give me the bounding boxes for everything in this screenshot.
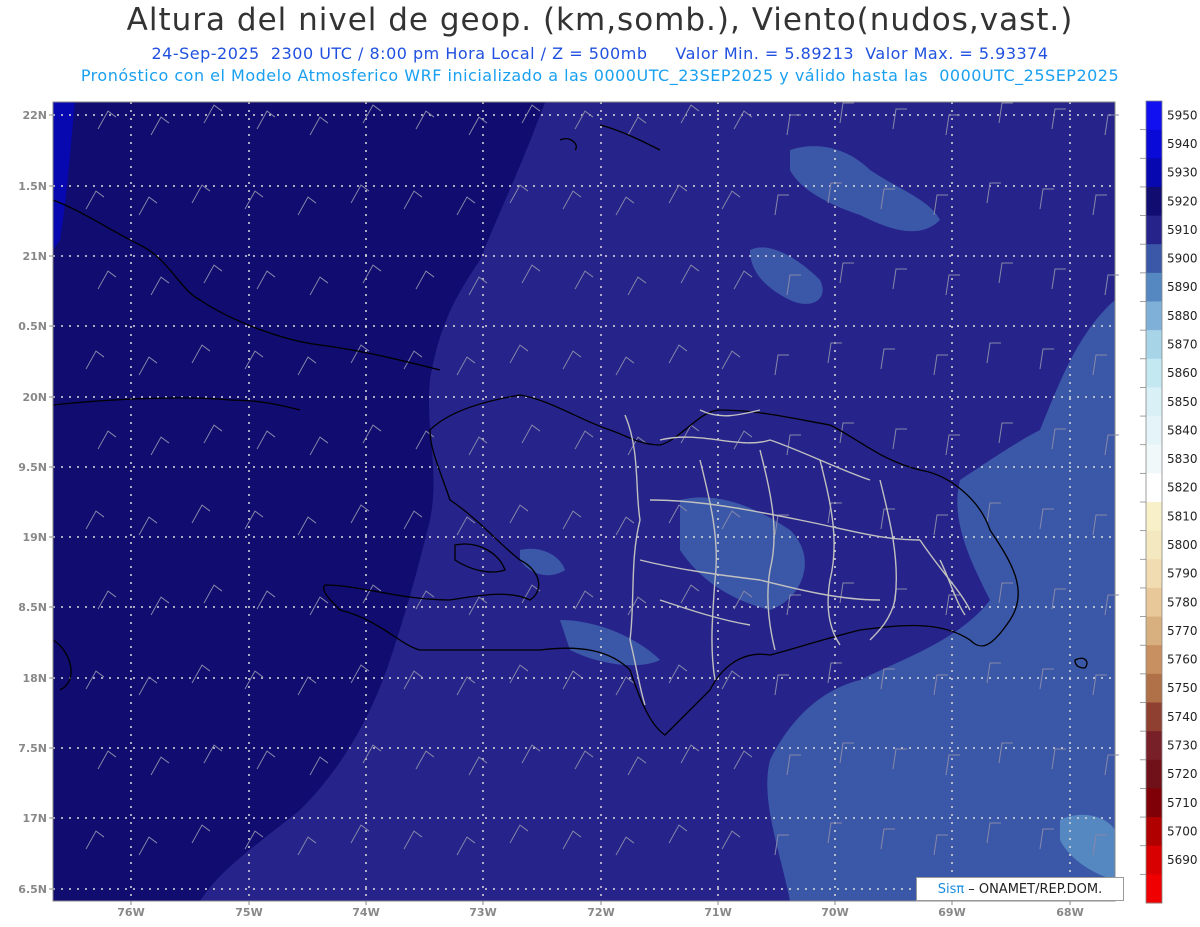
lon-label: 70W (821, 906, 848, 919)
colorbar-swatch (1146, 673, 1162, 703)
colorbar-swatch (1146, 731, 1162, 761)
colorbar-label: 5760 (1167, 653, 1198, 667)
lon-label: 75W (235, 906, 262, 919)
colorbar-swatch (1146, 845, 1162, 875)
colorbar-label: 5910 (1167, 223, 1198, 237)
lon-label: 73W (469, 906, 496, 919)
lat-label: 20N (22, 391, 47, 404)
colorbar-label: 5710 (1167, 796, 1198, 810)
colorbar-swatch (1146, 330, 1162, 360)
colorbar-label: 5800 (1167, 538, 1198, 552)
colorbar-label: 5830 (1167, 452, 1198, 466)
colorbar-label: 5890 (1167, 280, 1198, 294)
colorbar-swatch (1146, 301, 1162, 331)
lon-label: 69W (938, 906, 965, 919)
colorbar-label: 5900 (1167, 252, 1198, 266)
geopotential-shading (53, 102, 1115, 901)
colorbar-swatch (1146, 272, 1162, 302)
colorbar-swatch (1146, 158, 1162, 188)
lat-label: 6.5N (18, 883, 47, 896)
colorbar-label: 5820 (1167, 481, 1198, 495)
colorbar-swatch (1146, 759, 1162, 789)
colorbar-label: 5770 (1167, 624, 1198, 638)
colorbar-swatch (1146, 186, 1162, 217)
colorbar-swatch (1146, 358, 1162, 388)
colorbar-label: 5880 (1167, 309, 1198, 323)
colorbar-swatch (1146, 101, 1162, 131)
colorbar-label: 5950 (1167, 108, 1198, 122)
colorbar-label: 5920 (1167, 194, 1198, 208)
colorbar-swatch (1146, 244, 1162, 274)
colorbar-label: 5850 (1167, 395, 1198, 409)
colorbar: 5950 5940 5930 5920 5910 5900 5890 5880 5870 5860… (1140, 100, 1198, 904)
lat-label: 19N (22, 531, 47, 544)
colorbar-label: 5940 (1167, 137, 1198, 151)
colorbar-swatch (1146, 387, 1162, 417)
colorbar-label: 5730 (1167, 738, 1198, 752)
colorbar-label: 5840 (1167, 423, 1198, 437)
colorbar-label: 5700 (1167, 824, 1198, 838)
colorbar-swatch (1146, 444, 1162, 474)
forecast-map: 22N 1.5N 21N 0.5N 20N 9.5N 19N 8.5N 18N 7.5N 17N 6.… (18, 100, 1198, 919)
lat-label: 18N (22, 672, 47, 685)
colorbar-swatch (1146, 817, 1162, 847)
colorbar-label: 5790 (1167, 567, 1198, 581)
lat-label: 1.5N (18, 180, 47, 193)
lon-label: 71W (704, 906, 731, 919)
colorbar-swatch (1146, 215, 1162, 245)
colorbar-label: 5720 (1167, 767, 1198, 781)
colorbar-swatch (1146, 502, 1162, 532)
lat-label: 7.5N (18, 742, 47, 755)
colorbar-label: 5860 (1167, 366, 1198, 380)
lat-label: 22N (22, 109, 47, 122)
colorbar-label: 5690 (1167, 853, 1198, 867)
lon-label: 72W (587, 906, 614, 919)
colorbar-swatch (1146, 530, 1162, 560)
lat-label: 17N (22, 812, 47, 825)
colorbar-swatch (1146, 587, 1162, 618)
lat-label: 21N (22, 250, 47, 263)
lat-label: 9.5N (18, 461, 47, 474)
colorbar-label: 5780 (1167, 595, 1198, 609)
lon-label: 68W (1056, 906, 1083, 919)
lon-label: 74W (352, 906, 379, 919)
credit-text: – ONAMET/REP.DOM. (968, 881, 1103, 897)
colorbar-swatch (1146, 559, 1162, 589)
colorbar-swatch (1146, 788, 1162, 818)
credit-box: Sisπ – ONAMET/REP.DOM. (916, 877, 1124, 901)
colorbar-label: 5740 (1167, 710, 1198, 724)
colorbar-label: 5930 (1167, 166, 1198, 180)
colorbar-swatch (1146, 616, 1162, 646)
lat-label: 0.5N (18, 320, 47, 333)
colorbar-swatch (1146, 416, 1162, 446)
credit-brand: Sisπ (937, 881, 965, 897)
colorbar-swatch (1146, 702, 1162, 732)
colorbar-swatch (1146, 473, 1162, 503)
colorbar-swatch (1146, 874, 1162, 904)
colorbar-label: 5870 (1167, 337, 1198, 351)
colorbar-swatch (1146, 129, 1162, 159)
lon-label: 76W (117, 906, 144, 919)
lat-label: 8.5N (18, 601, 47, 614)
colorbar-label: 5810 (1167, 509, 1198, 523)
colorbar-label: 5750 (1167, 681, 1198, 695)
colorbar-swatch (1146, 645, 1162, 675)
